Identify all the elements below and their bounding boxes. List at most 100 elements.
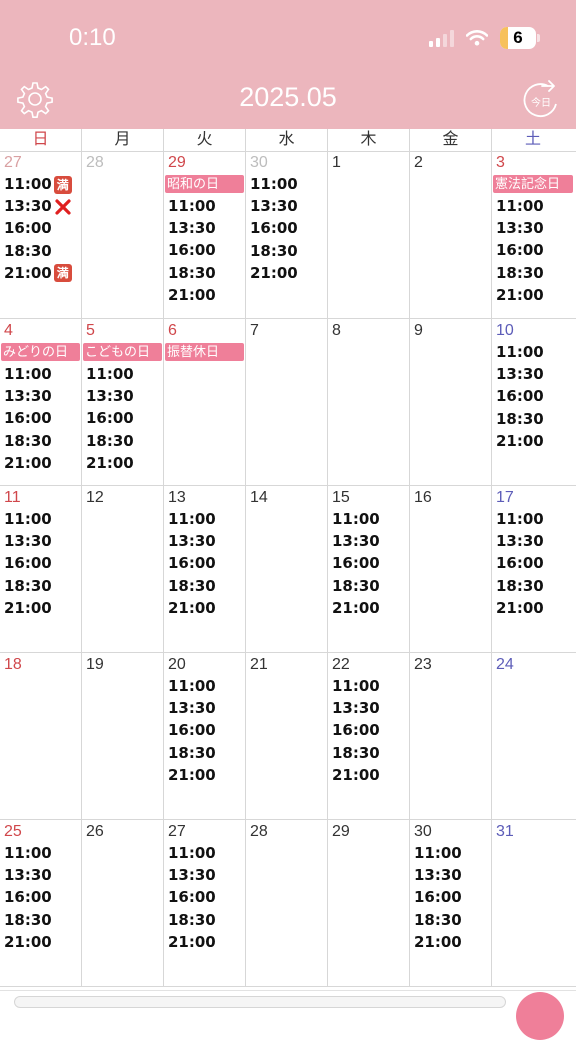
time-slot[interactable]: 13:30: [0, 864, 81, 886]
time-slot[interactable]: 21:00: [492, 597, 574, 619]
day-cell[interactable]: 27 11:00 満 13:30 16:00 18:30 21:00 満: [0, 151, 82, 318]
time-slot[interactable]: 11:00: [492, 195, 574, 217]
time-slot[interactable]: 16:00: [164, 886, 245, 908]
time-slot[interactable]: 21:00: [82, 452, 163, 474]
day-cell[interactable]: 8: [328, 319, 410, 485]
day-cell[interactable]: 1: [328, 151, 410, 318]
time-slot[interactable]: 21:00: [164, 284, 245, 306]
time-slot[interactable]: 18:30: [410, 909, 491, 931]
time-slot[interactable]: 13:30: [164, 217, 245, 239]
bottom-search-bar[interactable]: [14, 996, 506, 1008]
time-slot[interactable]: 16:00: [164, 239, 245, 261]
time-slot[interactable]: 21:00: [246, 262, 327, 284]
time-slot[interactable]: 13:30: [0, 195, 81, 217]
day-cell[interactable]: 16: [410, 486, 492, 652]
time-slot[interactable]: 11:00: [328, 675, 409, 697]
time-slot[interactable]: 13:30: [82, 385, 163, 407]
day-cell[interactable]: 20 11:00 13:30 16:00 18:30 21:00: [164, 653, 246, 819]
day-cell[interactable]: 21: [246, 653, 328, 819]
day-cell[interactable]: 3 憲法記念日 11:00 13:30 16:00 18:30 21:00: [492, 151, 574, 318]
time-slot[interactable]: 11:00: [82, 363, 163, 385]
day-cell[interactable]: 6 振替休日: [164, 319, 246, 485]
time-slot[interactable]: 11:00: [0, 508, 81, 530]
time-slot[interactable]: 11:00: [0, 842, 81, 864]
time-slot[interactable]: 13:30: [410, 864, 491, 886]
time-slot[interactable]: 11:00: [410, 842, 491, 864]
time-slot[interactable]: 11:00: [492, 341, 574, 363]
time-slot[interactable]: 16:00: [0, 217, 81, 239]
day-cell[interactable]: 18: [0, 653, 82, 819]
day-cell[interactable]: 9: [410, 319, 492, 485]
time-slot[interactable]: 11:00: [246, 173, 327, 195]
day-cell[interactable]: 15 11:00 13:30 16:00 18:30 21:00: [328, 486, 410, 652]
day-cell[interactable]: 27 11:00 13:30 16:00 18:30 21:00: [164, 820, 246, 986]
day-cell[interactable]: 13 11:00 13:30 16:00 18:30 21:00: [164, 486, 246, 652]
time-slot[interactable]: 16:00: [0, 407, 81, 429]
time-slot[interactable]: 13:30: [164, 697, 245, 719]
time-slot[interactable]: 11:00: [492, 508, 574, 530]
time-slot[interactable]: 18:30: [492, 408, 574, 430]
time-slot[interactable]: 21:00: [328, 764, 409, 786]
time-slot[interactable]: 16:00: [328, 719, 409, 741]
time-slot[interactable]: 16:00: [164, 719, 245, 741]
today-button[interactable]: 今日: [520, 80, 562, 118]
time-slot[interactable]: 11:00: [328, 508, 409, 530]
time-slot[interactable]: 21:00: [164, 931, 245, 953]
time-slot[interactable]: 18:30: [0, 575, 81, 597]
day-cell[interactable]: 28: [82, 151, 164, 318]
time-slot[interactable]: 13:30: [164, 530, 245, 552]
time-slot[interactable]: 21:00: [164, 597, 245, 619]
day-cell[interactable]: 7: [246, 319, 328, 485]
time-slot[interactable]: 13:30: [492, 363, 574, 385]
time-slot[interactable]: 16:00: [492, 239, 574, 261]
day-cell[interactable]: 17 11:00 13:30 16:00 18:30 21:00: [492, 486, 574, 652]
time-slot[interactable]: 18:30: [164, 742, 245, 764]
time-slot[interactable]: 13:30: [328, 530, 409, 552]
time-slot[interactable]: 16:00: [82, 407, 163, 429]
time-slot[interactable]: 18:30: [0, 240, 81, 262]
time-slot[interactable]: 11:00 満: [0, 173, 81, 195]
time-slot[interactable]: 18:30: [82, 430, 163, 452]
time-slot[interactable]: 21:00: [0, 597, 81, 619]
day-cell[interactable]: 22 11:00 13:30 16:00 18:30 21:00: [328, 653, 410, 819]
day-cell[interactable]: 11 11:00 13:30 16:00 18:30 21:00: [0, 486, 82, 652]
time-slot[interactable]: 18:30: [328, 742, 409, 764]
day-cell[interactable]: 14: [246, 486, 328, 652]
time-slot[interactable]: 11:00: [164, 195, 245, 217]
day-cell[interactable]: 24: [492, 653, 574, 819]
time-slot[interactable]: 18:30: [0, 430, 81, 452]
day-cell[interactable]: 28: [246, 820, 328, 986]
time-slot[interactable]: 18:30: [246, 240, 327, 262]
time-slot[interactable]: 16:00: [164, 552, 245, 574]
time-slot[interactable]: 16:00: [0, 552, 81, 574]
time-slot[interactable]: 11:00: [164, 675, 245, 697]
time-slot[interactable]: 13:30: [492, 217, 574, 239]
add-button[interactable]: [516, 992, 564, 1040]
day-cell[interactable]: 12: [82, 486, 164, 652]
time-slot[interactable]: 21:00: [410, 931, 491, 953]
time-slot[interactable]: 16:00: [328, 552, 409, 574]
day-cell[interactable]: 30 11:00 13:30 16:00 18:30 21:00: [246, 151, 328, 318]
time-slot[interactable]: 16:00: [492, 385, 574, 407]
time-slot[interactable]: 13:30: [164, 864, 245, 886]
day-cell[interactable]: 5 こどもの日 11:00 13:30 16:00 18:30 21:00: [82, 319, 164, 485]
time-slot[interactable]: 18:30: [164, 909, 245, 931]
time-slot[interactable]: 16:00: [246, 217, 327, 239]
day-cell[interactable]: 29: [328, 820, 410, 986]
time-slot[interactable]: 13:30: [0, 530, 81, 552]
time-slot[interactable]: 21:00: [492, 284, 574, 306]
day-cell[interactable]: 25 11:00 13:30 16:00 18:30 21:00: [0, 820, 82, 986]
day-cell[interactable]: 30 11:00 13:30 16:00 18:30 21:00: [410, 820, 492, 986]
time-slot[interactable]: 18:30: [164, 575, 245, 597]
time-slot[interactable]: 11:00: [164, 842, 245, 864]
time-slot[interactable]: 18:30: [328, 575, 409, 597]
time-slot[interactable]: 18:30: [164, 262, 245, 284]
time-slot[interactable]: 21:00: [164, 764, 245, 786]
day-cell[interactable]: 10 11:00 13:30 16:00 18:30 21:00: [492, 319, 574, 485]
time-slot[interactable]: 18:30: [0, 909, 81, 931]
time-slot[interactable]: 16:00: [0, 886, 81, 908]
time-slot[interactable]: 21:00: [492, 430, 574, 452]
time-slot[interactable]: 21:00: [0, 452, 81, 474]
time-slot[interactable]: 21:00: [0, 931, 81, 953]
time-slot[interactable]: 13:30: [492, 530, 574, 552]
